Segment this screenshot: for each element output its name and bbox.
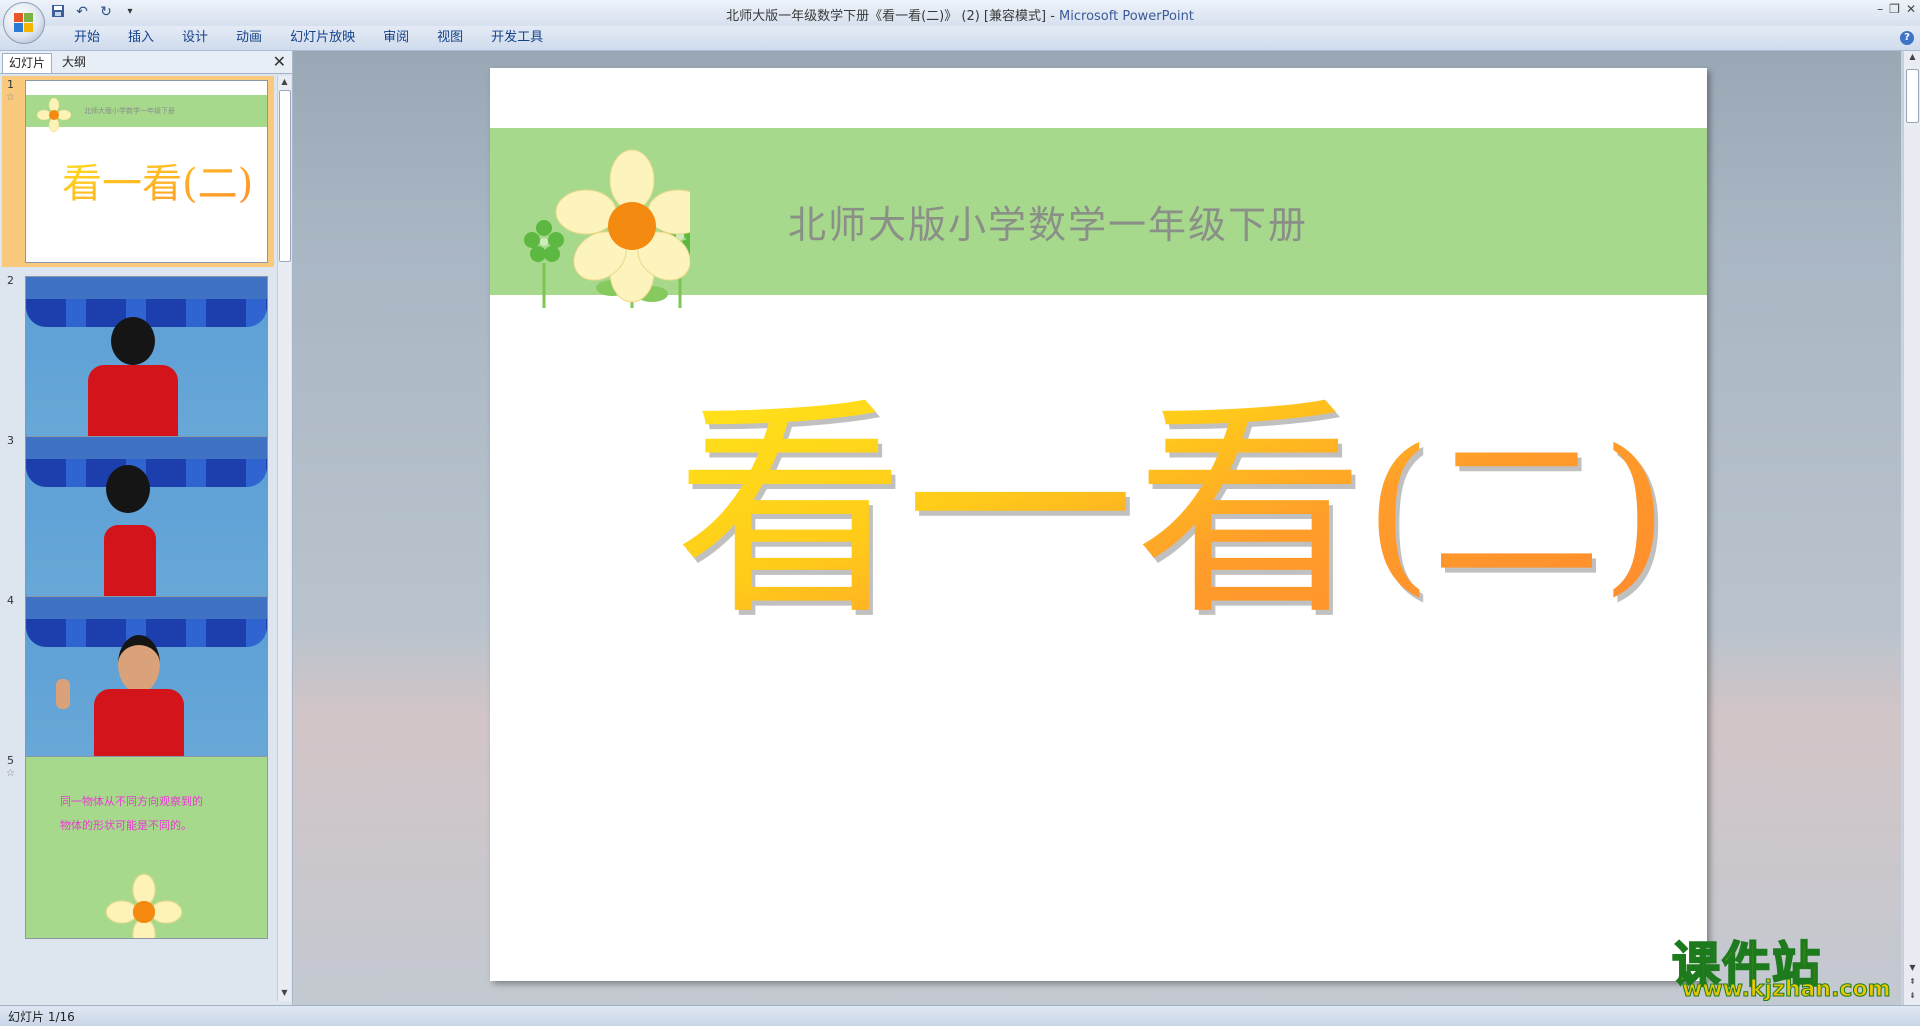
watermark-url: www.kjzhan.com	[1682, 977, 1892, 1003]
flower-icon	[105, 873, 183, 938]
thumbnail-scrollbar[interactable]: ▲ ▼	[277, 76, 291, 1001]
slide-thumbnail-1[interactable]: 北师大版小学数学一年级下册 看一看(二)	[25, 80, 268, 263]
scroll-up-icon[interactable]: ▲	[1907, 52, 1918, 64]
tab-outline[interactable]: 大纲	[56, 53, 92, 72]
slide-number: 1	[7, 78, 14, 91]
office-button[interactable]	[3, 2, 45, 44]
scroll-up-icon[interactable]: ▲	[279, 77, 290, 89]
boy-hand	[56, 679, 70, 709]
slide-number: 2	[7, 274, 14, 287]
tab-slideshow[interactable]: 幻灯片放映	[276, 29, 369, 47]
slide-number: 4	[7, 594, 14, 607]
slide-number: 5	[7, 754, 14, 767]
ribbon-tabs-bar: 开始 插入 设计 动画 幻灯片放映 审阅 视图 开发工具 ?	[0, 26, 1920, 51]
restore-button[interactable]: ❐	[1889, 2, 1900, 16]
slide-title-main: 看一看	[675, 379, 1366, 646]
slide-counter: 幻灯片 1/16	[8, 1010, 75, 1024]
slide-title-paren: (二)	[1365, 414, 1668, 612]
tab-design[interactable]: 设计	[168, 29, 222, 47]
tab-animations[interactable]: 动画	[222, 29, 276, 47]
slide-scrollbar[interactable]: ▲ ▼ ⇞ ⇟	[1903, 51, 1920, 1005]
minimize-button[interactable]: –	[1877, 2, 1883, 16]
slide-number: 3	[7, 434, 14, 447]
thumbnail-row-3[interactable]: 3	[0, 432, 276, 619]
tab-insert[interactable]: 插入	[114, 29, 168, 47]
thumbnail-list: 1 ☆ 北师大版小学数学一年级下册 看一看(二) 2 3 4 5 ☆ 同一物体从…	[0, 76, 276, 1001]
boy-head	[106, 465, 150, 513]
help-icon[interactable]: ?	[1900, 31, 1914, 45]
slide-editing-area: 北师大版小学数学一年级下册 看一看(二)	[293, 51, 1901, 1005]
office-logo-icon	[14, 13, 34, 33]
thumb-text-line-2: 物体的形状可能是不同的。	[60, 819, 192, 832]
status-bar: 幻灯片 1/16	[0, 1005, 1920, 1026]
boy-face	[118, 635, 160, 693]
thumb-title: 看一看(二)	[62, 151, 253, 209]
window-title: 北师大版一年级数学下册《看一看(二)》 (2) [兼容模式] - Microso…	[0, 5, 1920, 24]
tab-view[interactable]: 视图	[423, 29, 477, 47]
scroll-thumb[interactable]	[279, 90, 291, 262]
tab-slides[interactable]: 幻灯片	[2, 53, 53, 73]
tab-home[interactable]: 开始	[60, 29, 114, 47]
scroll-thumb[interactable]	[1906, 69, 1919, 123]
pane-tabs: 幻灯片 大纲 ✕	[0, 51, 292, 74]
thumbnail-row-2[interactable]: 2	[0, 272, 276, 459]
close-button[interactable]: ✕	[1906, 2, 1916, 16]
current-slide[interactable]: 北师大版小学数学一年级下册 看一看(二)	[490, 68, 1707, 981]
thumbnail-row-5[interactable]: 5 ☆ 同一物体从不同方向观察到的 物体的形状可能是不同的。	[0, 752, 276, 939]
thumb-text-line-1: 同一物体从不同方向观察到的	[60, 795, 203, 808]
flower-icon	[36, 97, 72, 133]
thumb-subtitle: 北师大版小学数学一年级下册	[84, 107, 175, 115]
thumbnail-row-4[interactable]: 4	[0, 592, 276, 779]
tab-review[interactable]: 审阅	[369, 29, 423, 47]
pane-close-icon[interactable]: ✕	[273, 53, 286, 71]
thumbnail-row-1[interactable]: 1 ☆ 北师大版小学数学一年级下册 看一看(二)	[0, 76, 276, 272]
tab-developer[interactable]: 开发工具	[477, 29, 557, 47]
watermark-logo: 课件站 www.kjzhan.com	[1668, 925, 1918, 1003]
slide-title[interactable]: 看一看(二)	[675, 398, 1668, 628]
app-name: Microsoft PowerPoint	[1059, 9, 1194, 24]
document-title: 北师大版一年级数学下册《看一看(二)》 (2) [兼容模式] -	[726, 9, 1060, 24]
boy-head	[111, 317, 155, 365]
slide-thumbnail-5[interactable]: 同一物体从不同方向观察到的 物体的形状可能是不同的。	[25, 756, 268, 939]
slides-pane: 幻灯片 大纲 ✕ 1 ☆ 北师大版小学数学一年级下册 看一看(二) 2 3 4 …	[0, 51, 293, 1005]
title-bar: ↶ ↻ ▾ 北师大版一年级数学下册《看一看(二)》 (2) [兼容模式] - M…	[0, 0, 1920, 26]
animation-star-icon: ☆	[6, 768, 15, 779]
animation-star-icon: ☆	[6, 92, 15, 103]
scroll-down-icon[interactable]: ▼	[279, 988, 290, 1000]
window-controls: – ❐ ✕	[1877, 2, 1916, 16]
slide-subtitle[interactable]: 北师大版小学数学一年级下册	[788, 194, 1308, 249]
flower-decoration-icon	[524, 149, 690, 308]
